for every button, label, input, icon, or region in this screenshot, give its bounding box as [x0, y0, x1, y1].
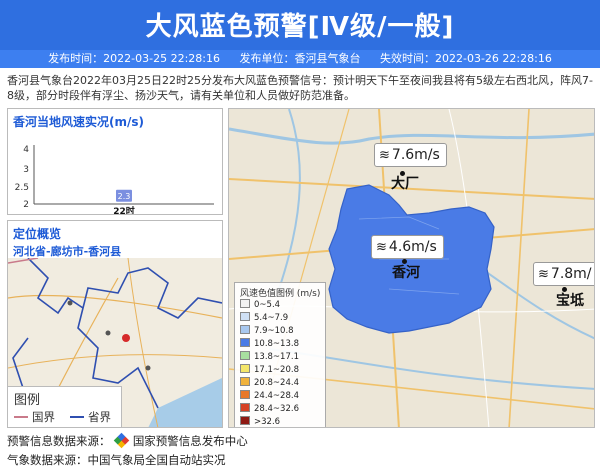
legend-province-border: 省界: [70, 409, 111, 425]
warning-title: 大风蓝色预警[Ⅳ级/一般]: [145, 12, 455, 42]
location-marker-icon: [122, 334, 130, 342]
main-wind-map[interactable]: ≋ 7.6m/s 大厂 ≋ 4.6m/s 香河 ≋ 7.8m/ 宝坻 风速色值图例 (…: [228, 108, 595, 428]
publish-time: 发布时间：2022-03-25 22:28:16: [48, 52, 220, 65]
wind-speed-panel: 香河当地风速实况(m/s) 4 3 2.5 2 2.3 22时: [7, 108, 223, 215]
legend-row: 28.4~32.6: [240, 403, 299, 414]
wind-color-legend: 风速色值图例 (m/s) 0~5.4 5.4~7.9 7.9~10.8 10.8…: [234, 282, 326, 427]
overview-legend: 图例 国界 省界: [8, 386, 122, 427]
warning-meta-bar: 发布时间：2022-03-25 22:28:16 发布单位：香河县气象台 失效时…: [0, 50, 600, 68]
legend-row: 13.8~17.1: [240, 351, 299, 362]
city-label-xianghe: 香河: [392, 265, 420, 281]
y-tick-label: 3: [23, 165, 29, 175]
city-label-baodi: 宝坻: [556, 293, 584, 309]
y-tick-label: 4: [23, 145, 29, 155]
location-panel: 定位概览 河北省-廊坊市-香河县 图例 国界 省界: [7, 220, 223, 428]
location-region: 河北省-廊坊市-香河县: [13, 245, 122, 258]
wind-label-baodi: ≋ 7.8m/: [533, 262, 594, 286]
publisher: 发布单位：香河县气象台: [239, 52, 361, 65]
y-tick-label: 2.5: [15, 183, 29, 193]
expire-time: 失效时间：2022-03-26 22:28:16: [380, 52, 552, 65]
location-panel-title: 定位概览: [13, 227, 62, 241]
legend-row: >32.6: [240, 416, 280, 427]
weather-source-line: 气象数据来源：中国气象局全国自动站实况: [7, 453, 226, 467]
legend-row: 17.1~20.8: [240, 364, 299, 375]
wind-label-xianghe: ≋ 4.6m/s: [371, 235, 444, 259]
legend-row: 20.8~24.4: [240, 377, 299, 388]
x-tick-label: 22时: [113, 205, 135, 214]
warning-description: 香河县气象台2022年03月25日22时25分发布大风蓝色预警信号：预计明天下午…: [7, 74, 593, 102]
city-label-dachang: 大厂: [391, 176, 419, 192]
wind-icon: ≋: [379, 148, 390, 163]
warning-source-line: 预警信息数据来源： 国家预警信息发布中心: [7, 432, 248, 449]
warning-source-label: 预警信息数据来源：: [7, 434, 111, 448]
overview-legend-title: 图例: [14, 393, 41, 408]
legend-row: 0~5.4: [240, 299, 280, 310]
y-tick-label: 2: [23, 200, 29, 210]
warning-header: 大风蓝色预警[Ⅳ级/一般] 发布时间：2022-03-25 22:28:16 发…: [0, 0, 600, 68]
wind-icon: ≋: [538, 267, 549, 282]
bar-data-label: 2.3: [118, 192, 131, 201]
warning-source-link[interactable]: 国家预警信息发布中心: [133, 434, 248, 448]
wind-speed-chart: 4 3 2.5 2 2.3 22时: [15, 145, 214, 214]
legend-national-border: 国界: [14, 409, 55, 425]
wind-label-dachang: ≋ 7.6m/s: [374, 143, 447, 167]
wind-legend-title: 风速色值图例 (m/s): [240, 289, 321, 299]
source-logo-icon: [113, 432, 130, 449]
legend-row: 5.4~7.9: [240, 312, 288, 323]
legend-row: 24.4~28.4: [240, 390, 299, 401]
legend-row: 10.8~13.8: [240, 338, 299, 349]
wind-icon: ≋: [376, 240, 387, 255]
legend-row: 7.9~10.8: [240, 325, 294, 336]
